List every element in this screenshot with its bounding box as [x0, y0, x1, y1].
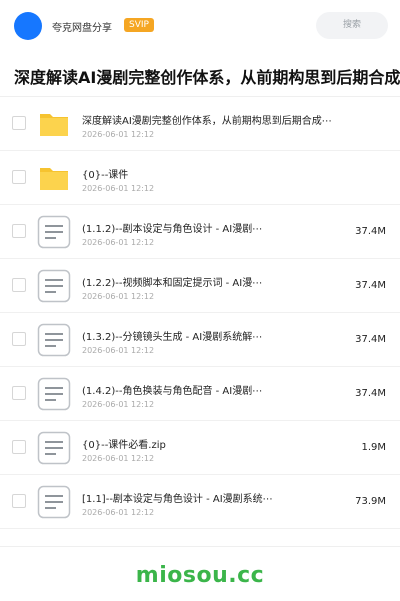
file-date: 2026-06-01 12:12	[82, 400, 155, 409]
file-row[interactable]: (1.4.2)--角色换装与角色配音 - AI漫剧⋯ 2026-06-01 12:…	[0, 367, 400, 421]
document-icon	[37, 431, 71, 465]
row-checkbox[interactable]	[12, 332, 26, 346]
file-name: {0}--课件	[82, 170, 129, 181]
file-size: 1.9M	[361, 442, 386, 453]
file-size: 37.4M	[355, 334, 386, 345]
file-date: 2026-06-01 12:12	[82, 292, 155, 301]
document-icon	[37, 323, 71, 357]
svip-badge: SVIP	[124, 18, 154, 32]
row-checkbox[interactable]	[12, 224, 26, 238]
row-checkbox[interactable]	[12, 278, 26, 292]
file-row[interactable]: (1.3.2)--分镜镜头生成 - AI漫剧系统解⋯ 2026-06-01 12:…	[0, 313, 400, 367]
file-name: (1.1.2)--剧本设定与角色设计 - AI漫剧⋯	[82, 224, 263, 235]
row-checkbox[interactable]	[12, 116, 26, 130]
search-button[interactable]: 搜索	[316, 12, 388, 39]
file-size: 37.4M	[355, 388, 386, 399]
row-checkbox[interactable]	[12, 440, 26, 454]
row-checkbox[interactable]	[12, 494, 26, 508]
title-bar: 深度解读AI漫剧完整创作体系，从前期构思到后期合成一站	[0, 52, 400, 97]
avatar[interactable]	[14, 12, 42, 40]
file-row[interactable]: {0}--课件 2026-06-01 12:12	[0, 151, 400, 205]
file-name: [1.1]--剧本设定与角色设计 - AI漫剧系统⋯	[82, 494, 273, 505]
document-icon	[37, 269, 71, 303]
file-row[interactable]: 深度解读AI漫剧完整创作体系，从前期构思到后期合成⋯ 2026-06-01 12:…	[0, 97, 400, 151]
file-row[interactable]: [1.1]--剧本设定与角色设计 - AI漫剧系统⋯ 2026-06-01 12:…	[0, 475, 400, 529]
file-name: (1.2.2)--视频脚本和固定提示词 - AI漫⋯	[82, 278, 263, 289]
file-date: 2026-06-01 12:12	[82, 346, 155, 355]
file-list: 深度解读AI漫剧完整创作体系，从前期构思到后期合成⋯ 2026-06-01 12:…	[0, 97, 400, 529]
folder-icon	[37, 107, 71, 141]
site-watermark: miosou.cc	[135, 563, 265, 588]
file-size: 73.9M	[355, 496, 386, 507]
file-name: 深度解读AI漫剧完整创作体系，从前期构思到后期合成⋯	[82, 116, 332, 127]
file-date: 2026-06-01 12:12	[82, 454, 155, 463]
file-name: (1.3.2)--分镜镜头生成 - AI漫剧系统解⋯	[82, 332, 263, 343]
row-checkbox[interactable]	[12, 170, 26, 184]
app-name: 夸克网盘分享	[52, 23, 112, 34]
file-size: 37.4M	[355, 226, 386, 237]
file-row[interactable]: {0}--课件必看.zip 2026-06-01 12:12 1.9M	[0, 421, 400, 475]
document-icon	[37, 377, 71, 411]
folder-icon	[37, 161, 71, 195]
file-date: 2026-06-01 12:12	[82, 508, 155, 517]
footer: miosou.cc	[0, 546, 400, 601]
file-name: {0}--课件必看.zip	[82, 440, 166, 451]
document-icon	[37, 215, 71, 249]
page-title: 深度解读AI漫剧完整创作体系，从前期构思到后期合成一站	[14, 68, 400, 87]
file-row[interactable]: (1.1.2)--剧本设定与角色设计 - AI漫剧⋯ 2026-06-01 12:…	[0, 205, 400, 259]
file-date: 2026-06-01 12:12	[82, 130, 155, 139]
file-date: 2026-06-01 12:12	[82, 238, 155, 247]
file-name: (1.4.2)--角色换装与角色配音 - AI漫剧⋯	[82, 386, 263, 397]
file-size: 37.4M	[355, 280, 386, 291]
row-checkbox[interactable]	[12, 386, 26, 400]
file-date: 2026-06-01 12:12	[82, 184, 155, 193]
document-icon	[37, 485, 71, 519]
app-header: 夸克网盘分享 SVIP 搜索	[0, 0, 400, 53]
file-row[interactable]: (1.2.2)--视频脚本和固定提示词 - AI漫⋯ 2026-06-01 12:…	[0, 259, 400, 313]
